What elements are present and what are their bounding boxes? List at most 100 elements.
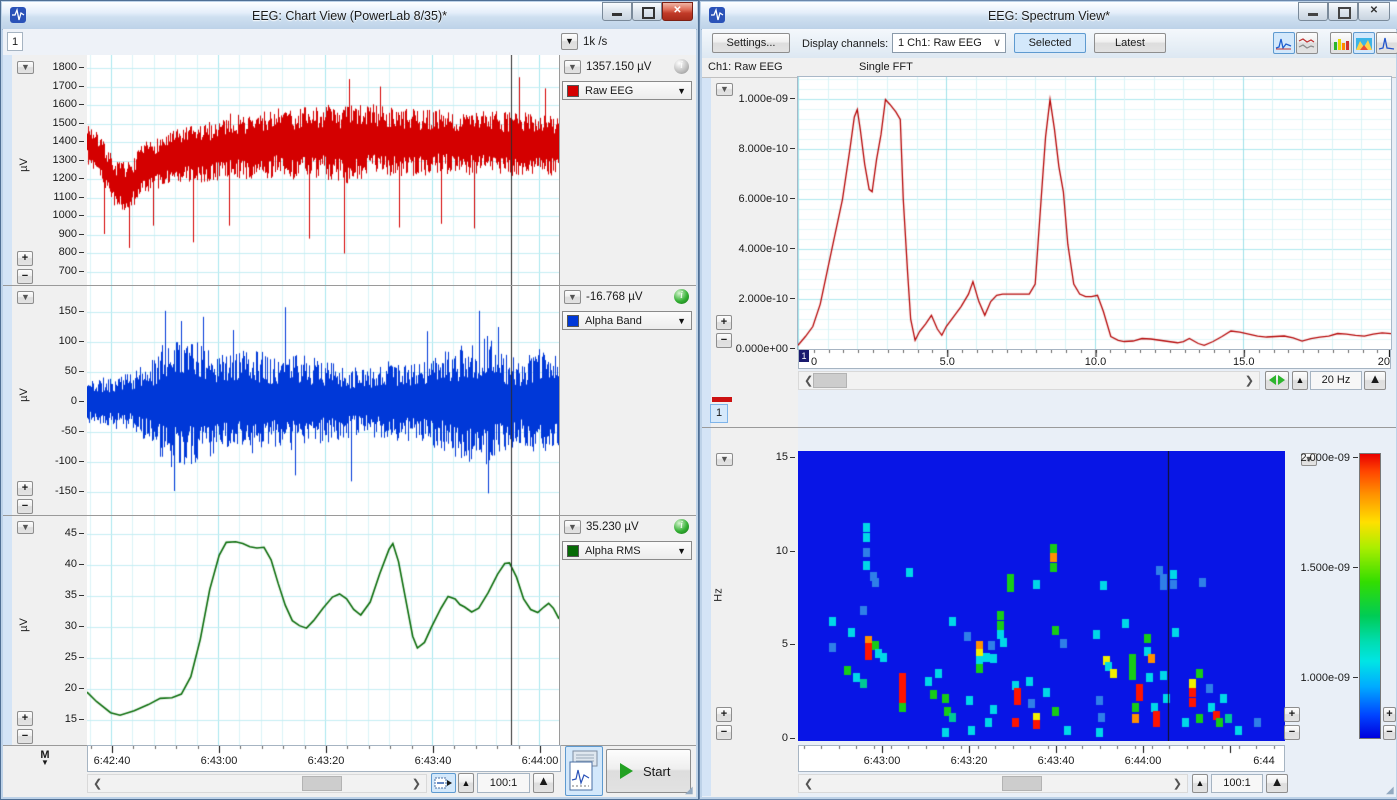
scale-zoom-in-button[interactable]: + bbox=[17, 251, 33, 266]
tick-mark bbox=[79, 252, 84, 253]
spec-zoom-out-time-button[interactable]: ▲ bbox=[1192, 774, 1208, 793]
fft-zoom-in-span-button[interactable]: ▲ bbox=[1364, 371, 1386, 390]
scroll-left-icon[interactable]: ❮ bbox=[804, 776, 813, 793]
ch3-channel-select[interactable]: Alpha RMS ▼ bbox=[562, 541, 692, 560]
zoom-window-button[interactable] bbox=[565, 746, 603, 796]
latest-button[interactable]: Latest bbox=[1094, 33, 1166, 53]
scale-zoom-in-button[interactable]: + bbox=[17, 711, 33, 726]
time-label: 6:43:20 bbox=[300, 755, 352, 767]
triangle-up-icon: ▲ bbox=[1271, 774, 1284, 789]
auto-scroll-button[interactable] bbox=[431, 773, 456, 793]
y-tick-label: 900 bbox=[27, 228, 77, 240]
compression-ratio[interactable]: 100:1 bbox=[477, 773, 530, 793]
colorbar-gutter: ▼ + − + − 2.000e-091.500e-091.000e-09 bbox=[1260, 451, 1396, 741]
chevron-down-icon: ▼ bbox=[720, 454, 729, 464]
spectrogram-view-button[interactable] bbox=[1353, 32, 1375, 54]
ch1-info-icon[interactable]: i bbox=[674, 59, 689, 74]
channel-selector[interactable]: 1 Ch1: Raw EEG ∨ bbox=[892, 33, 1006, 53]
scale-zoom-out-button[interactable]: − bbox=[17, 269, 33, 284]
colorbar-scale-minus-button[interactable]: − bbox=[1383, 725, 1396, 740]
maximize-button[interactable] bbox=[632, 2, 662, 21]
zoom-in-time-button[interactable]: ▲ bbox=[533, 773, 554, 793]
h-scrollbar[interactable]: ❮ ❯ bbox=[87, 774, 427, 793]
y-tick-label: 1300 bbox=[27, 154, 77, 166]
spectrum-view-titlebar[interactable]: EEG: Spectrum View* ✕ bbox=[701, 2, 1397, 30]
ch3-value-dropdown-button[interactable]: ▼ bbox=[564, 520, 581, 534]
tick-mark bbox=[79, 123, 84, 124]
close-button[interactable]: ✕ bbox=[662, 2, 693, 21]
y-tick-label: 50 bbox=[27, 365, 77, 377]
spec-zoom-in-time-button[interactable]: ▲ bbox=[1266, 774, 1288, 793]
scroll-right-icon[interactable]: ❯ bbox=[1245, 373, 1254, 390]
scale-zoom-out-button[interactable]: − bbox=[17, 729, 33, 744]
scrollbar-thumb[interactable] bbox=[302, 776, 342, 791]
chevron-down-icon: ▼ bbox=[677, 547, 686, 556]
spectrogram-zoom-out-button[interactable]: − bbox=[716, 725, 732, 740]
scroll-left-icon[interactable]: ❮ bbox=[804, 373, 813, 390]
ch2-channel-select[interactable]: Alpha Band ▼ bbox=[562, 311, 692, 330]
colorbar-zoom-out-button[interactable]: − bbox=[1284, 725, 1300, 740]
spec-compression-ratio[interactable]: 100:1 bbox=[1211, 774, 1263, 793]
fft-zoom-in-button[interactable]: + bbox=[716, 315, 732, 330]
colorbar bbox=[1359, 453, 1381, 739]
minimize-button[interactable] bbox=[1298, 2, 1328, 21]
tick-mark bbox=[790, 644, 795, 645]
zoom-out-time-button[interactable]: ▲ bbox=[458, 773, 474, 793]
single-fft-plot[interactable] bbox=[798, 77, 1391, 349]
minimize-button[interactable] bbox=[602, 2, 632, 21]
start-button[interactable]: Start bbox=[606, 749, 691, 793]
time-axis: 6:42:406:43:006:43:206:43:406:44:00 bbox=[87, 745, 561, 772]
scale-dropdown-button[interactable]: ▼ bbox=[17, 291, 34, 304]
ch1-value-dropdown-button[interactable]: ▼ bbox=[564, 60, 581, 74]
tick-mark bbox=[79, 67, 84, 68]
ch1-channel-select[interactable]: Raw EEG ▼ bbox=[562, 81, 692, 100]
alpha-band-plot[interactable] bbox=[87, 285, 559, 515]
settings-button[interactable]: Settings... bbox=[712, 33, 790, 53]
page-tab[interactable]: 1 bbox=[710, 404, 728, 423]
raw-eeg-plot[interactable] bbox=[87, 55, 559, 285]
fft-header: Ch1: Raw EEG Single FFT bbox=[702, 58, 1396, 78]
ch3-color-swatch bbox=[567, 545, 579, 557]
compare-view-button[interactable] bbox=[1296, 32, 1318, 54]
colorbar-scale-plus-button[interactable]: + bbox=[1383, 707, 1396, 722]
marker-tool[interactable]: M ▼ bbox=[37, 749, 53, 767]
rate-dropdown-button[interactable]: ▼ bbox=[561, 33, 578, 50]
y-tick-label: 1100 bbox=[27, 191, 77, 203]
panel-split[interactable] bbox=[702, 427, 1396, 428]
scroll-right-icon[interactable]: ❯ bbox=[1173, 776, 1182, 793]
tick-mark bbox=[79, 371, 84, 372]
alpha-rms-plot[interactable] bbox=[87, 515, 559, 745]
spectrogram-zoom-in-button[interactable]: + bbox=[716, 707, 732, 722]
fit-span-button[interactable] bbox=[1265, 371, 1289, 390]
channel-separator[interactable] bbox=[3, 285, 696, 286]
y-tick-label: 700 bbox=[27, 265, 77, 277]
fft-zoom-out-span-button[interactable]: ▲ bbox=[1292, 371, 1308, 390]
amplitude-view-button[interactable] bbox=[1273, 32, 1295, 54]
ch2-info-icon[interactable]: i bbox=[674, 289, 689, 304]
tick-mark bbox=[790, 738, 795, 739]
chart-view-titlebar[interactable]: EEG: Chart View (PowerLab 8/35)* ✕ bbox=[2, 2, 697, 30]
colorbar-zoom-in-button[interactable]: + bbox=[1284, 707, 1300, 722]
spectrogram-scale-dropdown-button[interactable]: ▼ bbox=[716, 453, 733, 466]
spectrogram-plot[interactable] bbox=[798, 451, 1285, 741]
close-button[interactable]: ✕ bbox=[1358, 2, 1390, 21]
channel-separator[interactable] bbox=[3, 515, 696, 516]
freq-span[interactable]: 20 Hz bbox=[1310, 371, 1362, 390]
resize-grip[interactable]: ◢ bbox=[685, 785, 691, 796]
maximize-button[interactable] bbox=[1328, 2, 1358, 21]
scroll-right-icon[interactable]: ❯ bbox=[412, 776, 421, 793]
scale-zoom-out-button[interactable]: − bbox=[17, 499, 33, 514]
scrollbar-thumb[interactable] bbox=[813, 373, 847, 388]
resize-grip[interactable]: ◢ bbox=[1386, 785, 1392, 796]
selected-button[interactable]: Selected bbox=[1014, 33, 1086, 53]
scroll-left-icon[interactable]: ❮ bbox=[93, 776, 102, 793]
scrollbar-thumb[interactable] bbox=[1002, 776, 1042, 791]
histogram-view-button[interactable] bbox=[1330, 32, 1352, 54]
ch3-info-icon[interactable]: i bbox=[674, 519, 689, 534]
tick-mark bbox=[790, 348, 795, 349]
waterfall-view-button[interactable] bbox=[1376, 32, 1397, 54]
spectrogram-h-scrollbar[interactable]: ❮ ❯ bbox=[798, 774, 1188, 793]
scale-zoom-in-button[interactable]: + bbox=[17, 481, 33, 496]
fft-h-scrollbar[interactable]: ❮ ❯ bbox=[798, 371, 1260, 390]
ch2-value-dropdown-button[interactable]: ▼ bbox=[564, 290, 581, 304]
